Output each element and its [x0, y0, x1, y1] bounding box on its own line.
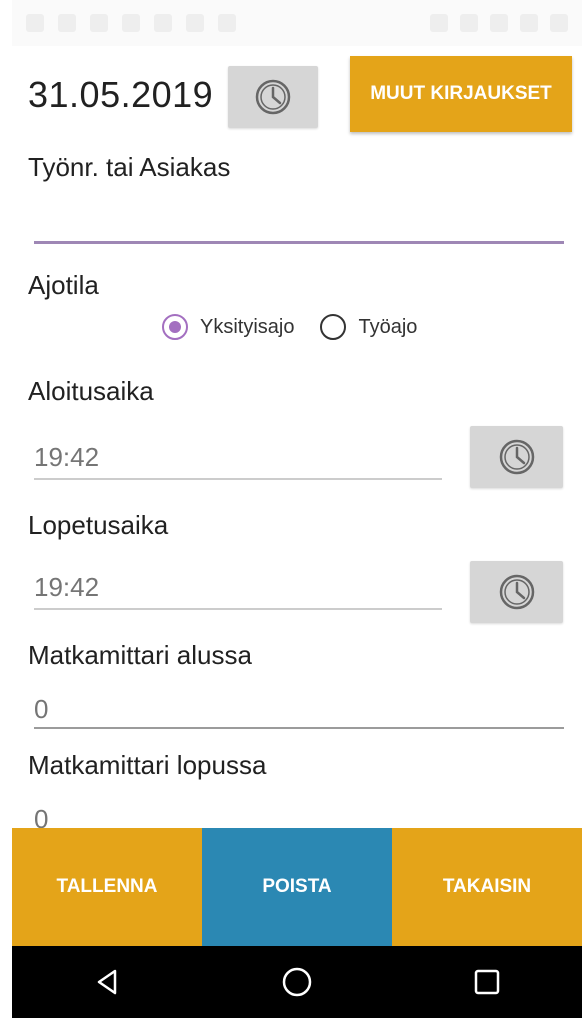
nav-back-button[interactable]: [77, 952, 137, 1012]
nav-back-icon: [97, 969, 117, 995]
odometer-start-input[interactable]: 0: [34, 694, 48, 725]
end-time-picker-button[interactable]: [470, 561, 563, 623]
job-label: Työnr. tai Asiakas: [28, 152, 231, 182]
status-system-icons: [430, 14, 568, 32]
mode-radio-group: Yksityisajo Työajo: [162, 314, 443, 340]
date-picker-button[interactable]: [228, 66, 318, 128]
notification-icon: [26, 14, 44, 32]
start-time-label: Aloitusaika: [28, 376, 154, 406]
nav-home-button[interactable]: [267, 952, 327, 1012]
back-button[interactable]: TAKAISIN: [392, 828, 582, 946]
end-time-input[interactable]: 19:42: [34, 572, 99, 603]
delete-button[interactable]: POISTA: [202, 828, 392, 946]
radio-private-label[interactable]: Yksityisajo: [200, 316, 294, 339]
start-time-input[interactable]: 19:42: [34, 442, 99, 473]
wifi-icon: [490, 14, 508, 32]
nav-recents-button[interactable]: [457, 952, 517, 1012]
odometer-end-label: Matkamittari lopussa: [28, 750, 267, 780]
end-time-label: Lopetusaika: [28, 510, 169, 540]
notification-icon: [58, 14, 76, 32]
notification-icon: [186, 14, 204, 32]
app-screen: 31.05.2019 MUUT KIRJAUKSET Työnr. tai As…: [12, 0, 582, 1018]
save-button[interactable]: TALLENNA: [12, 828, 202, 946]
battery-icon: [550, 14, 568, 32]
job-input-underline: [34, 241, 564, 244]
action-bar: TALLENNA POISTA TAKAISIN: [12, 828, 582, 946]
other-entries-button[interactable]: MUUT KIRJAUKSET: [350, 56, 572, 132]
entry-date: 31.05.2019: [28, 74, 214, 115]
radio-work-label[interactable]: Työajo: [358, 316, 417, 339]
notification-icon: [122, 14, 140, 32]
start-time-underline: [34, 478, 442, 480]
mode-label: Ajotila: [28, 270, 99, 300]
nav-home-icon: [282, 967, 312, 997]
status-bar: [12, 0, 582, 46]
start-time-picker-button[interactable]: [470, 426, 563, 488]
notification-icon: [218, 14, 236, 32]
signal-icon: [520, 14, 538, 32]
notification-icon: [90, 14, 108, 32]
odometer-start-underline: [34, 727, 564, 729]
radio-private-drive[interactable]: [162, 314, 188, 340]
end-time-underline: [34, 608, 442, 610]
system-navigation-bar: [12, 946, 582, 1018]
notification-icon: [154, 14, 172, 32]
odometer-start-label: Matkamittari alussa: [28, 640, 252, 670]
location-icon: [430, 14, 448, 32]
status-notification-icons: [26, 14, 236, 32]
nav-recents-icon: [474, 969, 500, 995]
clock-icon: [499, 439, 534, 475]
bluetooth-icon: [460, 14, 478, 32]
clock-icon: [499, 574, 534, 610]
clock-icon: [255, 79, 291, 115]
radio-work-drive[interactable]: [320, 314, 347, 340]
